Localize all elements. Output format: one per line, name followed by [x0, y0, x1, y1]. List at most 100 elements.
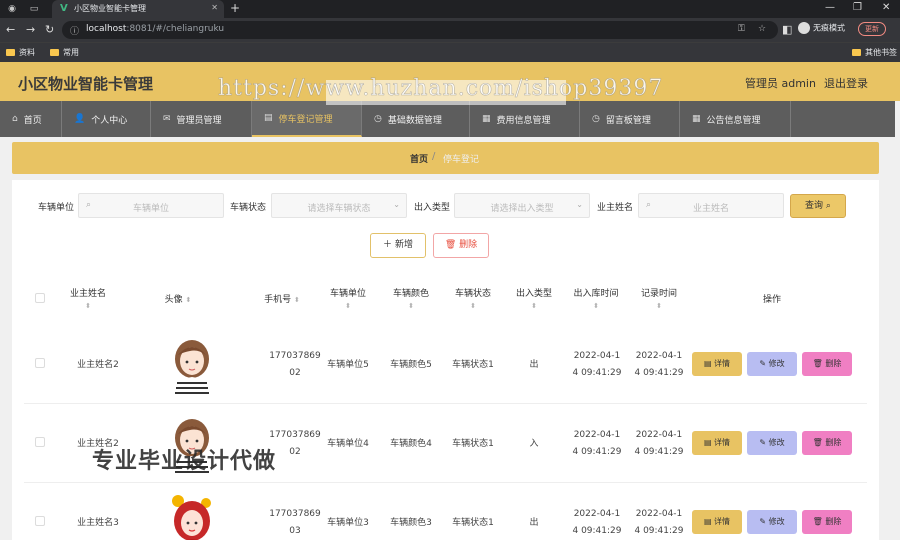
detail-button[interactable]: ▤ 详情 — [692, 352, 742, 376]
new-tab-icon[interactable]: + — [230, 1, 240, 15]
update-button[interactable]: 更新 — [858, 22, 886, 36]
nav-item-admin[interactable]: ✉ 管理员管理 — [151, 101, 252, 137]
col-avatar[interactable]: 头像 ⬍ — [138, 270, 218, 326]
edit-button[interactable]: ✎ 修改 — [747, 431, 797, 455]
bookmark-folder-资料[interactable]: 资料 — [6, 47, 35, 58]
cell-io-time: 2022-04-14 09:41:29 — [572, 509, 622, 536]
cell-color: 车辆颜色5 — [390, 359, 432, 370]
sort-icon[interactable]: ⬍ — [593, 303, 599, 310]
back-icon[interactable]: ← — [6, 23, 15, 36]
edit-button[interactable]: ✎ 修改 — [747, 352, 797, 376]
row-checkbox[interactable] — [35, 358, 45, 368]
cell-owner: 业主姓名3 — [77, 517, 119, 528]
delete-button[interactable]: 🗑 删除 — [802, 431, 852, 455]
nav-item-base-data[interactable]: ◷ 基础数据管理 — [362, 101, 470, 137]
query-button[interactable]: 查询 ⌕ — [790, 194, 846, 218]
col-color[interactable]: 车辆颜色 ⬍ — [381, 270, 441, 326]
status-filter-select[interactable]: 请选择车辆状态 ⌄ — [271, 193, 407, 218]
sort-icon[interactable]: ⬍ — [531, 303, 537, 310]
col-status[interactable]: 车辆状态 ⬍ — [442, 270, 504, 326]
batch-delete-button[interactable]: 🗑 删除 — [433, 233, 489, 258]
clock-icon: ◷ — [374, 114, 382, 124]
folder-icon — [852, 49, 861, 56]
col-type[interactable]: 出入类型 ⬍ — [504, 270, 564, 326]
sort-icon[interactable]: ⬍ — [294, 296, 300, 304]
mail-icon: ✉ — [163, 114, 171, 124]
tab-list-icon[interactable]: ▭ — [28, 3, 40, 15]
cell-unit: 车辆单位3 — [327, 517, 369, 528]
cell-owner: 业主姓名2 — [77, 359, 119, 370]
side-panel-icon[interactable]: ◧ — [782, 23, 792, 36]
minimize-icon[interactable]: — — [825, 2, 835, 13]
detail-button[interactable]: ▤ 详情 — [692, 431, 742, 455]
nav-item-notices[interactable]: ▦ 公告信息管理 — [680, 101, 791, 137]
document-icon: ▤ — [703, 438, 712, 447]
incognito-profile[interactable]: 无痕模式 — [798, 22, 845, 34]
nav-item-fees[interactable]: ▦ 费用信息管理 — [470, 101, 580, 137]
nav-item-profile[interactable]: 👤 个人中心 — [62, 101, 151, 137]
delete-button[interactable]: 🗑 删除 — [802, 510, 852, 534]
logout-link[interactable]: 退出登录 — [824, 75, 868, 91]
bookmark-folder-常用[interactable]: 常用 — [50, 47, 79, 58]
unit-filter-label: 车辆单位 — [38, 203, 75, 213]
breadcrumb-home[interactable]: 首页 — [410, 152, 428, 165]
col-io-time[interactable]: 出入库时间 ⬍ — [564, 270, 628, 326]
table-header: 业主姓名 ⬍ 头像 ⬍ 手机号 ⬍ 车辆单位 ⬍ 车辆颜色 ⬍ 车辆状态 ⬍ 出入类型 ⬍… — [24, 270, 867, 326]
nav-item-parking[interactable]: ▤ 停车登记管理 — [252, 101, 362, 137]
col-phone[interactable]: 手机号 ⬍ — [246, 270, 318, 326]
cell-status: 车辆状态1 — [452, 438, 494, 449]
select-all-checkbox[interactable] — [35, 293, 45, 303]
col-owner[interactable]: 业主姓名 ⬍ — [58, 270, 118, 326]
cell-record-time: 2022-04-14 09:41:29 — [634, 509, 684, 536]
site-info-icon[interactable]: ⓘ — [70, 24, 79, 37]
nav-item-messages[interactable]: ◷ 留言板管理 — [580, 101, 680, 137]
owner-filter-input[interactable]: ⌕ 业主姓名 — [638, 193, 784, 218]
browser-menu-icon[interactable]: ◉ — [6, 3, 18, 15]
nav-item-home[interactable]: ⌂ 首页 — [0, 101, 62, 137]
pencil-icon: ✎ — [759, 517, 767, 526]
add-button[interactable]: ＋ 新增 — [370, 233, 426, 258]
detail-button[interactable]: ▤ 详情 — [692, 510, 742, 534]
avatar-girl-striped-shirt — [174, 340, 210, 397]
bookmark-star-icon[interactable]: ☆ — [758, 24, 766, 34]
col-unit[interactable]: 车辆单位 ⬍ — [318, 270, 378, 326]
key-icon[interactable]: ⚿ — [738, 24, 745, 34]
sort-icon[interactable]: ⬍ — [408, 303, 414, 310]
chevron-down-icon: ⌄ — [393, 200, 400, 209]
unit-filter-input[interactable]: ⌕ 车辆单位 — [78, 193, 224, 218]
col-record-time[interactable]: 记录时间 ⬍ — [628, 270, 690, 326]
delete-button[interactable]: 🗑 删除 — [802, 352, 852, 376]
type-filter-select[interactable]: 请选择出入类型 ⌄ — [454, 193, 590, 218]
browser-tab[interactable]: V 小区物业智能卡管理 ✕ — [52, 0, 224, 18]
trash-icon: 🗑 — [444, 240, 457, 250]
other-bookmarks[interactable]: 其他书签 — [852, 47, 897, 58]
cell-io-time: 2022-04-14 09:41:29 — [572, 430, 622, 457]
cell-color: 车辆颜色3 — [390, 517, 432, 528]
caption-watermark: 专业毕业设计代做 — [92, 449, 277, 474]
folder-icon — [6, 49, 15, 56]
forward-icon[interactable]: → — [26, 23, 35, 36]
sort-icon[interactable]: ⬍ — [85, 303, 91, 310]
incognito-icon — [798, 22, 810, 34]
row-checkbox[interactable] — [35, 516, 45, 526]
top-nav-menu: ⌂ 首页 👤 个人中心 ✉ 管理员管理 ▤ 停车登记管理 ◷ 基础数据管理 ▦ 费用信息管理… — [0, 101, 895, 137]
sort-icon[interactable]: ⬍ — [186, 296, 192, 304]
url-field[interactable]: ⓘ localhost:8081/#/cheliangruku ⚿ ☆ — [62, 21, 778, 39]
sort-icon[interactable]: ⬍ — [656, 303, 662, 310]
cell-type: 出 — [529, 517, 539, 528]
sort-icon[interactable]: ⬍ — [345, 303, 351, 310]
avatar-girl-red-hair — [172, 495, 211, 540]
cell-phone: 17703786903 — [269, 509, 321, 536]
document-icon: ▤ — [703, 517, 712, 526]
cell-phone: 17703786902 — [269, 351, 321, 378]
close-tab-icon[interactable]: ✕ — [211, 3, 218, 12]
table-row: 业主姓名3 17703786903 车辆单位3 车辆颜色3 车辆状态1 出 20… — [24, 484, 867, 540]
reload-icon[interactable]: ↻ — [45, 23, 54, 36]
edit-button[interactable]: ✎ 修改 — [747, 510, 797, 534]
sort-icon[interactable]: ⬍ — [470, 303, 476, 310]
cell-status: 车辆状态1 — [452, 359, 494, 370]
restore-icon[interactable]: ❐ — [853, 2, 862, 13]
window-close-icon[interactable]: ✕ — [882, 2, 890, 13]
admin-user: 管理员 admin — [745, 77, 816, 90]
row-checkbox[interactable] — [35, 437, 45, 447]
